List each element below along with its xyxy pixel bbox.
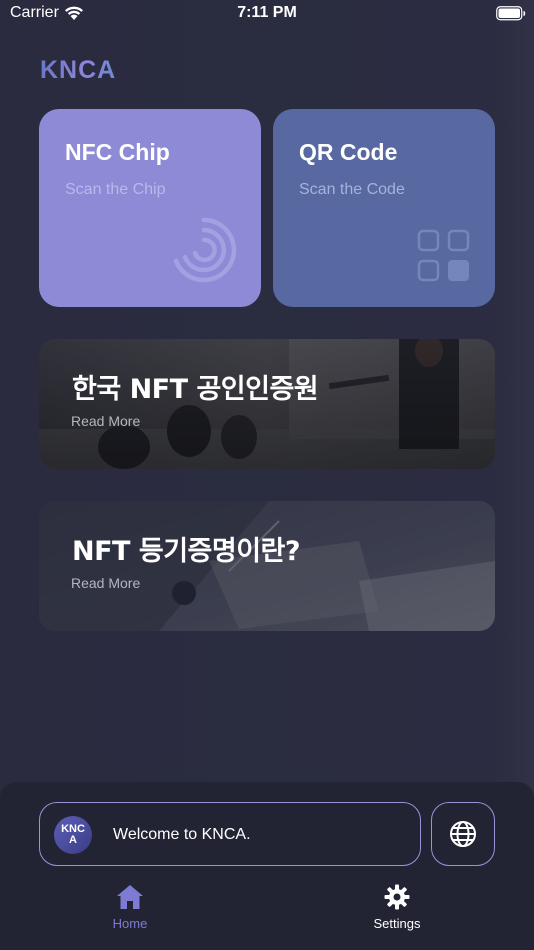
qr-card-title: QR Code [299,139,398,165]
welcome-message: Welcome to KNCA. [113,826,251,843]
tab-settings-label: Settings [373,916,421,931]
language-button[interactable] [431,802,495,866]
bottom-panel: KNCA Welcome to KNCA. Home Settings [0,782,534,950]
home-icon [117,885,143,909]
nfc-card-subtitle: Scan the Chip [65,181,166,198]
nfc-chip-card[interactable]: NFC Chip Scan the Chip [39,109,261,307]
read-more-link[interactable]: Read More [71,413,140,429]
article-banner-nft-registry[interactable]: NFT 등기증명이란? Read More [39,501,495,631]
article-title: 한국 NFT 공인인증원 [72,374,319,405]
qr-grid-icon [417,229,470,282]
globe-icon [450,821,476,847]
avatar-logo-text: KNCA [61,823,85,846]
battery-icon [496,6,526,21]
qr-code-card[interactable]: QR Code Scan the Code [273,109,495,307]
clock: 7:11 PM [237,4,297,21]
knca-avatar: KNCA [54,816,92,854]
knca-logo: KNCA [40,56,117,84]
article-banner-nft-certification[interactable]: 한국 NFT 공인인증원 Read More [39,339,495,469]
status-bar: Carrier 7:11 PM [0,0,534,30]
tab-home-label: Home [112,916,148,931]
home-screen: Carrier 7:11 PM KNCA NFC Chip Scan the C… [0,0,534,950]
nfc-card-title: NFC Chip [65,139,170,165]
gear-icon [384,884,410,910]
read-more-link[interactable]: Read More [71,575,140,591]
tab-home[interactable]: Home [70,884,190,931]
qr-card-subtitle: Scan the Code [299,181,405,198]
welcome-banner[interactable]: KNCA Welcome to KNCA. [39,802,421,866]
nfc-icon [173,217,237,283]
article-title: NFT 등기증명이란? [72,536,301,567]
tab-settings[interactable]: Settings [337,884,457,931]
